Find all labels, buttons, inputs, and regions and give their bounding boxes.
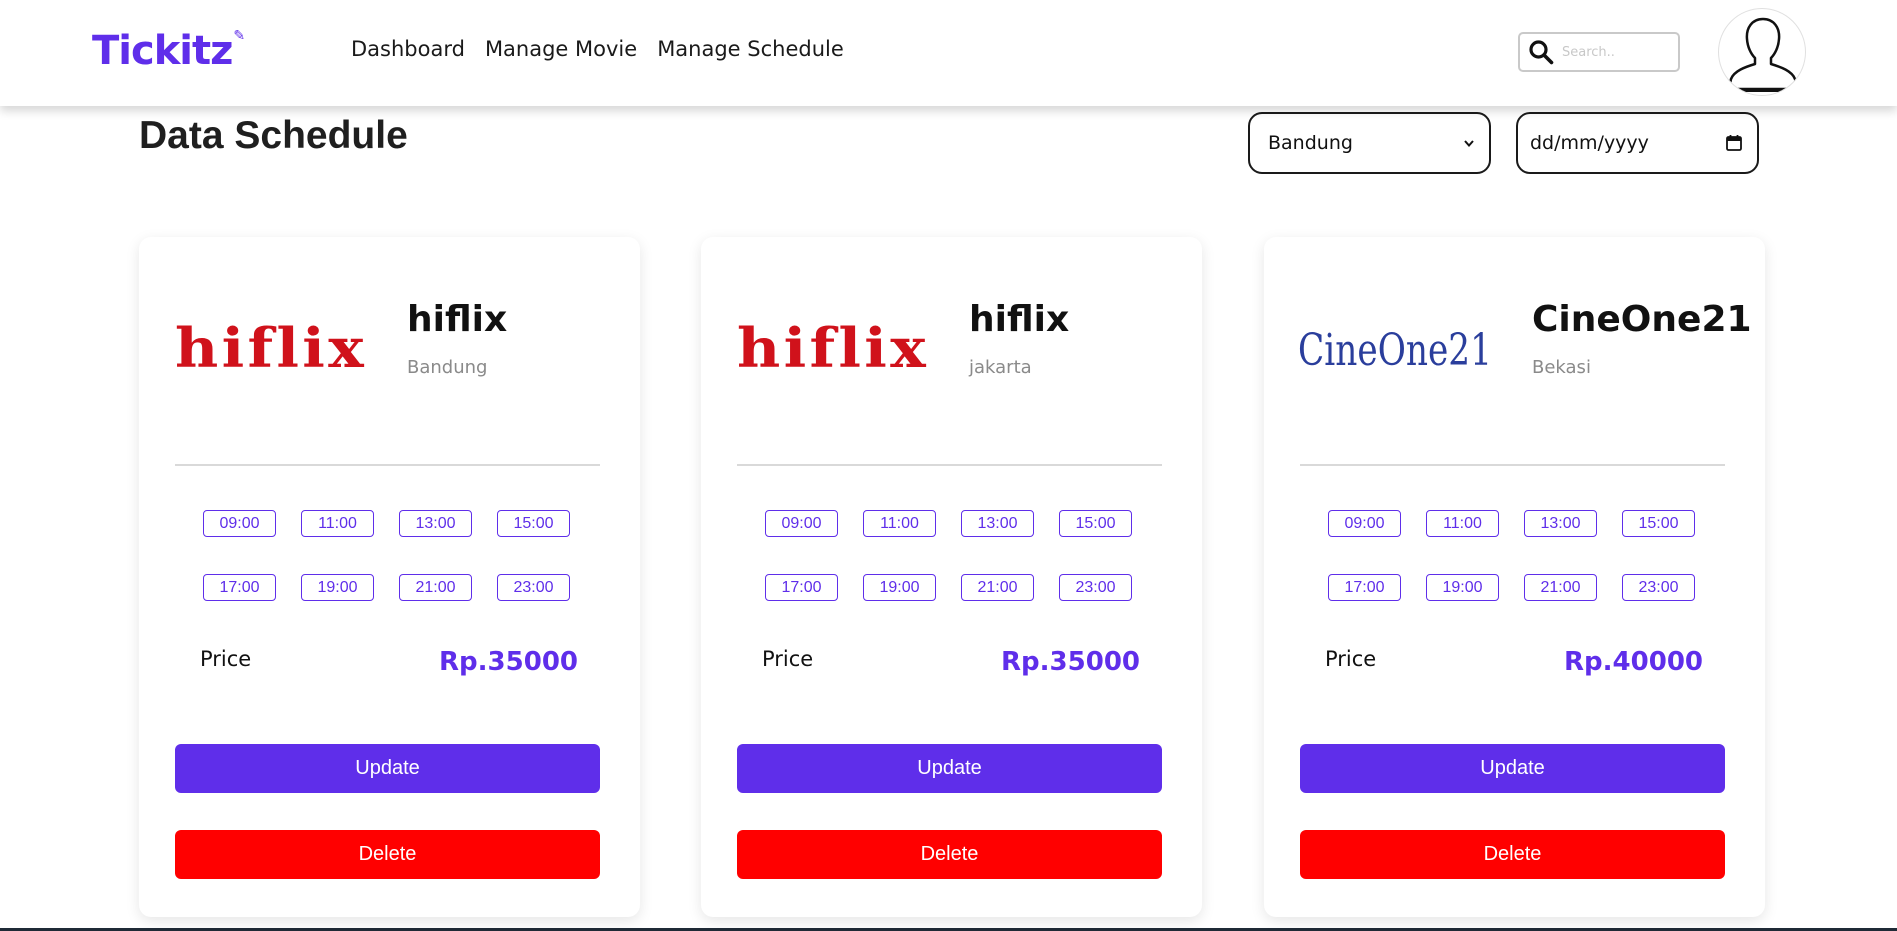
showtime-chip[interactable]: 09:00: [203, 510, 276, 537]
price-value: Rp.35000: [439, 647, 578, 677]
nav-manage-schedule[interactable]: Manage Schedule: [657, 37, 844, 61]
location-select-value: Bandung: [1268, 132, 1353, 154]
cinema-city: Bandung: [407, 357, 488, 378]
price-label: Price: [762, 647, 814, 671]
showtime-chip[interactable]: 15:00: [1059, 510, 1132, 537]
update-button[interactable]: Update: [175, 744, 600, 793]
showtime-chip[interactable]: 11:00: [301, 510, 374, 537]
update-button[interactable]: Update: [737, 744, 1162, 793]
delete-button[interactable]: Delete: [737, 830, 1162, 879]
showtime-chip[interactable]: 17:00: [1328, 574, 1401, 601]
showtime-chip[interactable]: 09:00: [765, 510, 838, 537]
showtime-chip[interactable]: 13:00: [1524, 510, 1597, 537]
top-navbar: Tickitz✎ Dashboard Manage Movie Manage S…: [0, 0, 1897, 106]
showtime-chip[interactable]: 19:00: [301, 574, 374, 601]
date-input-value: dd/mm/yyyy: [1530, 132, 1649, 154]
showtimes: 09:00 11:00 13:00 15:00 17:00 19:00 21:0…: [1328, 510, 1703, 601]
showtime-chip[interactable]: 13:00: [961, 510, 1034, 537]
showtimes: 09:00 11:00 13:00 15:00 17:00 19:00 21:0…: [765, 510, 1140, 601]
ticket-icon: ✎: [233, 28, 245, 44]
divider: [175, 464, 600, 466]
search-box[interactable]: [1518, 32, 1680, 72]
schedule-card: CineOne21 CineOne21 Bekasi 09:00 11:00 1…: [1264, 237, 1765, 917]
date-input[interactable]: dd/mm/yyyy: [1516, 112, 1759, 174]
showtime-chip[interactable]: 21:00: [399, 574, 472, 601]
showtime-chip[interactable]: 19:00: [863, 574, 936, 601]
showtime-chip[interactable]: 15:00: [497, 510, 570, 537]
showtime-chip[interactable]: 09:00: [1328, 510, 1401, 537]
divider: [1300, 464, 1725, 466]
avatar[interactable]: [1718, 8, 1806, 96]
showtime-chip[interactable]: 19:00: [1426, 574, 1499, 601]
delete-button[interactable]: Delete: [175, 830, 600, 879]
price-value: Rp.35000: [1001, 647, 1140, 677]
delete-button[interactable]: Delete: [1300, 830, 1725, 879]
showtime-chip[interactable]: 15:00: [1622, 510, 1695, 537]
calendar-icon[interactable]: [1725, 134, 1743, 152]
cinema-name: CineOne21: [1532, 299, 1752, 340]
cinema-name: hiflix: [407, 299, 508, 340]
hiflix-logo: hiflix: [175, 316, 367, 380]
user-silhouette-icon: [1727, 17, 1799, 92]
price-label: Price: [1325, 647, 1377, 671]
logo-text: Tickitz: [92, 28, 233, 74]
chevron-down-icon: [1464, 140, 1474, 148]
showtime-chip[interactable]: 11:00: [863, 510, 936, 537]
update-button[interactable]: Update: [1300, 744, 1725, 793]
nav-dashboard[interactable]: Dashboard: [351, 37, 465, 61]
location-select[interactable]: Bandung: [1248, 112, 1491, 174]
showtimes: 09:00 11:00 13:00 15:00 17:00 19:00 21:0…: [203, 510, 578, 601]
showtime-chip[interactable]: 17:00: [203, 574, 276, 601]
search-icon[interactable]: [1528, 39, 1554, 65]
cinema-city: jakarta: [969, 357, 1032, 378]
svg-text:CineOne21: CineOne21: [1298, 325, 1492, 376]
hiflix-logo: hiflix: [737, 316, 929, 380]
cinema-city: Bekasi: [1532, 357, 1591, 378]
showtime-chip[interactable]: 21:00: [1524, 574, 1597, 601]
svg-text:hiflix: hiflix: [737, 316, 929, 380]
showtime-chip[interactable]: 11:00: [1426, 510, 1499, 537]
showtime-chip[interactable]: 17:00: [765, 574, 838, 601]
search-input[interactable]: [1562, 44, 1672, 60]
cinema-name: hiflix: [969, 299, 1070, 340]
showtime-chip[interactable]: 23:00: [1622, 574, 1695, 601]
page-title: Data Schedule: [139, 114, 408, 157]
divider: [737, 464, 1162, 466]
showtime-chip[interactable]: 13:00: [399, 510, 472, 537]
cineone21-logo: CineOne21: [1298, 325, 1492, 376]
price-label: Price: [200, 647, 252, 671]
schedule-card: hiflix hiflix jakarta 09:00 11:00 13:00 …: [701, 237, 1202, 917]
showtime-chip[interactable]: 21:00: [961, 574, 1034, 601]
showtime-chip[interactable]: 23:00: [497, 574, 570, 601]
svg-text:hiflix: hiflix: [175, 316, 367, 380]
schedule-card: hiflix hiflix Bandung 09:00 11:00 13:00 …: [139, 237, 640, 917]
price-value: Rp.40000: [1564, 647, 1703, 677]
showtime-chip[interactable]: 23:00: [1059, 574, 1132, 601]
nav-links: Dashboard Manage Movie Manage Schedule: [351, 37, 844, 61]
nav-manage-movie[interactable]: Manage Movie: [485, 37, 637, 61]
tickitz-logo[interactable]: Tickitz✎: [92, 28, 245, 74]
